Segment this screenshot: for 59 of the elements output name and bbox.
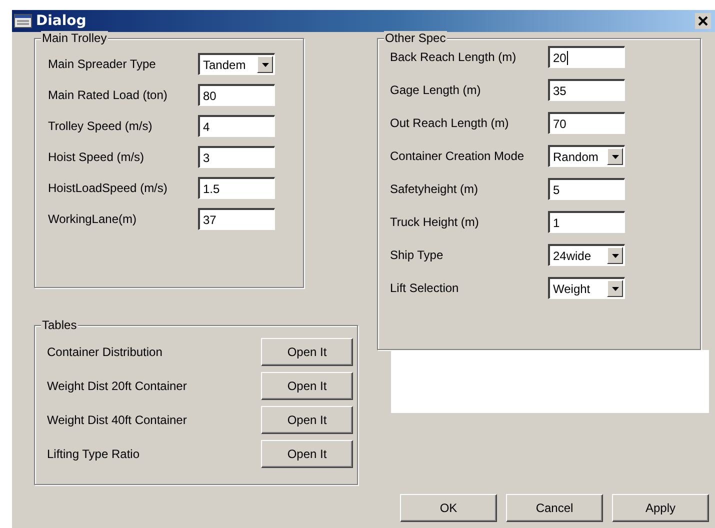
dialog-button[interactable]: OK bbox=[400, 494, 497, 522]
field-value: 37 bbox=[203, 212, 218, 226]
dropdown-arrow-icon bbox=[612, 154, 618, 158]
input-field[interactable]: 20 bbox=[548, 46, 625, 68]
field-value: 3 bbox=[203, 150, 211, 164]
dialog-button[interactable]: Cancel bbox=[506, 494, 603, 522]
dropdown[interactable]: Tandem bbox=[198, 53, 275, 75]
dropdown[interactable]: 24wide bbox=[548, 244, 625, 266]
field-value: 4 bbox=[203, 120, 211, 134]
window-title: Dialog bbox=[36, 13, 86, 29]
field-label: WorkingLane(m) bbox=[48, 212, 138, 226]
table-label: Weight Dist 20ft Container bbox=[47, 379, 188, 393]
field-label: Hoist Speed (m/s) bbox=[48, 150, 146, 164]
open-button[interactable]: Open It bbox=[261, 406, 353, 434]
input-field[interactable]: 1.5 bbox=[198, 177, 275, 199]
group-title: Tables bbox=[41, 318, 78, 332]
open-button[interactable]: Open It bbox=[261, 372, 353, 400]
open-button[interactable]: Open It bbox=[261, 440, 353, 468]
dropdown-arrow-icon bbox=[612, 254, 618, 258]
open-button[interactable]: Open It bbox=[261, 338, 353, 366]
input-field[interactable]: 3 bbox=[198, 146, 275, 168]
field-value: 20 bbox=[553, 50, 568, 64]
field-label: Trolley Speed (m/s) bbox=[48, 119, 154, 133]
dropdown-arrow-icon bbox=[262, 62, 268, 66]
window-icon bbox=[14, 14, 32, 28]
field-label: Ship Type bbox=[390, 248, 444, 262]
dropdown-arrow-icon bbox=[612, 286, 618, 290]
field-value: 5 bbox=[553, 182, 561, 196]
field-label: Back Reach Length (m) bbox=[390, 50, 518, 64]
field-label: Container Creation Mode bbox=[390, 149, 526, 163]
input-field[interactable]: 35 bbox=[548, 79, 625, 101]
close-icon[interactable] bbox=[695, 13, 711, 29]
field-value: 1.5 bbox=[203, 182, 221, 196]
field-value: 70 bbox=[553, 116, 568, 130]
field-value: 35 bbox=[553, 84, 568, 98]
dropdown[interactable]: Random bbox=[548, 145, 625, 167]
group-title: Other Spec bbox=[384, 31, 447, 45]
input-field[interactable]: 4 bbox=[198, 115, 275, 137]
dialog-button[interactable]: Apply bbox=[612, 494, 709, 522]
input-field[interactable]: 5 bbox=[548, 178, 625, 200]
field-value: 80 bbox=[203, 88, 218, 102]
input-field[interactable]: 70 bbox=[548, 112, 625, 134]
field-label: Main Spreader Type bbox=[48, 57, 157, 71]
input-field[interactable]: 80 bbox=[198, 84, 275, 106]
field-label: Main Rated Load (ton) bbox=[48, 88, 168, 102]
field-label: Safetyheight (m) bbox=[390, 182, 480, 196]
field-label: HoistLoadSpeed (m/s) bbox=[48, 181, 168, 195]
table-label: Weight Dist 40ft Container bbox=[47, 413, 188, 427]
field-value: 1 bbox=[553, 216, 561, 230]
field-label: Lift Selection bbox=[390, 281, 460, 295]
table-label: Container Distribution bbox=[47, 345, 164, 359]
dropdown[interactable]: Weight bbox=[548, 277, 625, 299]
table-label: Lifting Type Ratio bbox=[47, 447, 141, 461]
input-field[interactable]: 1 bbox=[548, 211, 625, 233]
field-label: Truck Height (m) bbox=[390, 215, 480, 229]
input-field[interactable]: 37 bbox=[198, 208, 275, 230]
field-label: Out Reach Length (m) bbox=[390, 116, 510, 130]
field-label: Gage Length (m) bbox=[390, 83, 482, 97]
group-title: Main Trolley bbox=[41, 31, 108, 45]
